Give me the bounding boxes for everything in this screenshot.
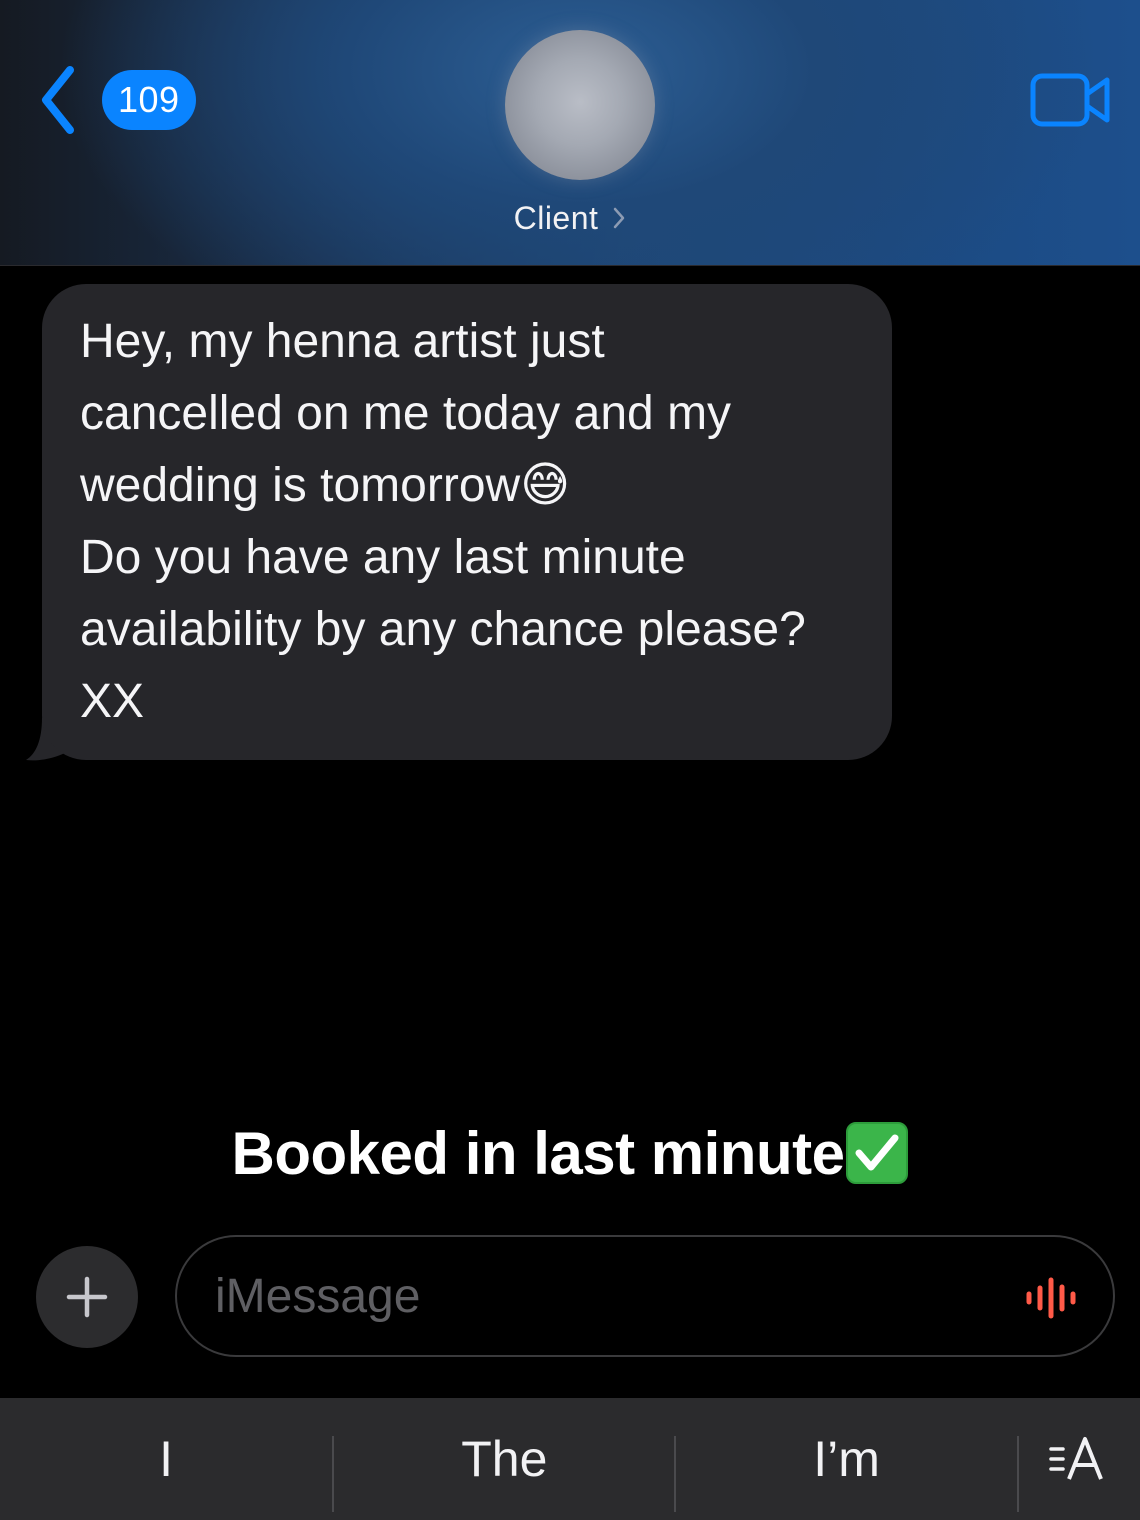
caption-overlay: Booked in last minute	[0, 1116, 1140, 1190]
plus-icon	[66, 1276, 108, 1318]
unread-count-badge: 109	[102, 70, 196, 130]
messages-screen: 109 Client Hey, my henna artist just can…	[0, 0, 1140, 1520]
suggestion-1[interactable]: I	[0, 1398, 332, 1520]
message-text: Hey, my henna artist just cancelled on m…	[80, 315, 806, 728]
chevron-right-icon	[614, 207, 625, 229]
chevron-left-icon	[42, 66, 74, 134]
predictive-text-bar: I The I’m	[0, 1398, 1140, 1520]
contact-avatar[interactable]	[505, 30, 655, 180]
contact-name: Client	[513, 199, 599, 236]
video-camera-icon[interactable]	[1030, 72, 1112, 128]
suggestion-3[interactable]: I’m	[676, 1398, 1016, 1520]
input-placeholder: iMessage	[215, 1269, 421, 1323]
imessage-input[interactable]: iMessage	[175, 1235, 1115, 1357]
back-button[interactable]: 109	[36, 62, 206, 138]
contact-name-button[interactable]: Client	[0, 196, 1140, 240]
text-format-button[interactable]	[1019, 1398, 1140, 1520]
waveform-icon[interactable]	[1023, 1277, 1083, 1319]
conversation-header: 109 Client	[0, 0, 1140, 266]
check-mark-icon	[846, 1122, 909, 1184]
text-format-icon	[1049, 1437, 1104, 1480]
add-attachment-button[interactable]	[36, 1246, 138, 1348]
suggestion-2[interactable]: The	[334, 1398, 674, 1520]
caption-text: Booked in last minute	[231, 1119, 845, 1187]
